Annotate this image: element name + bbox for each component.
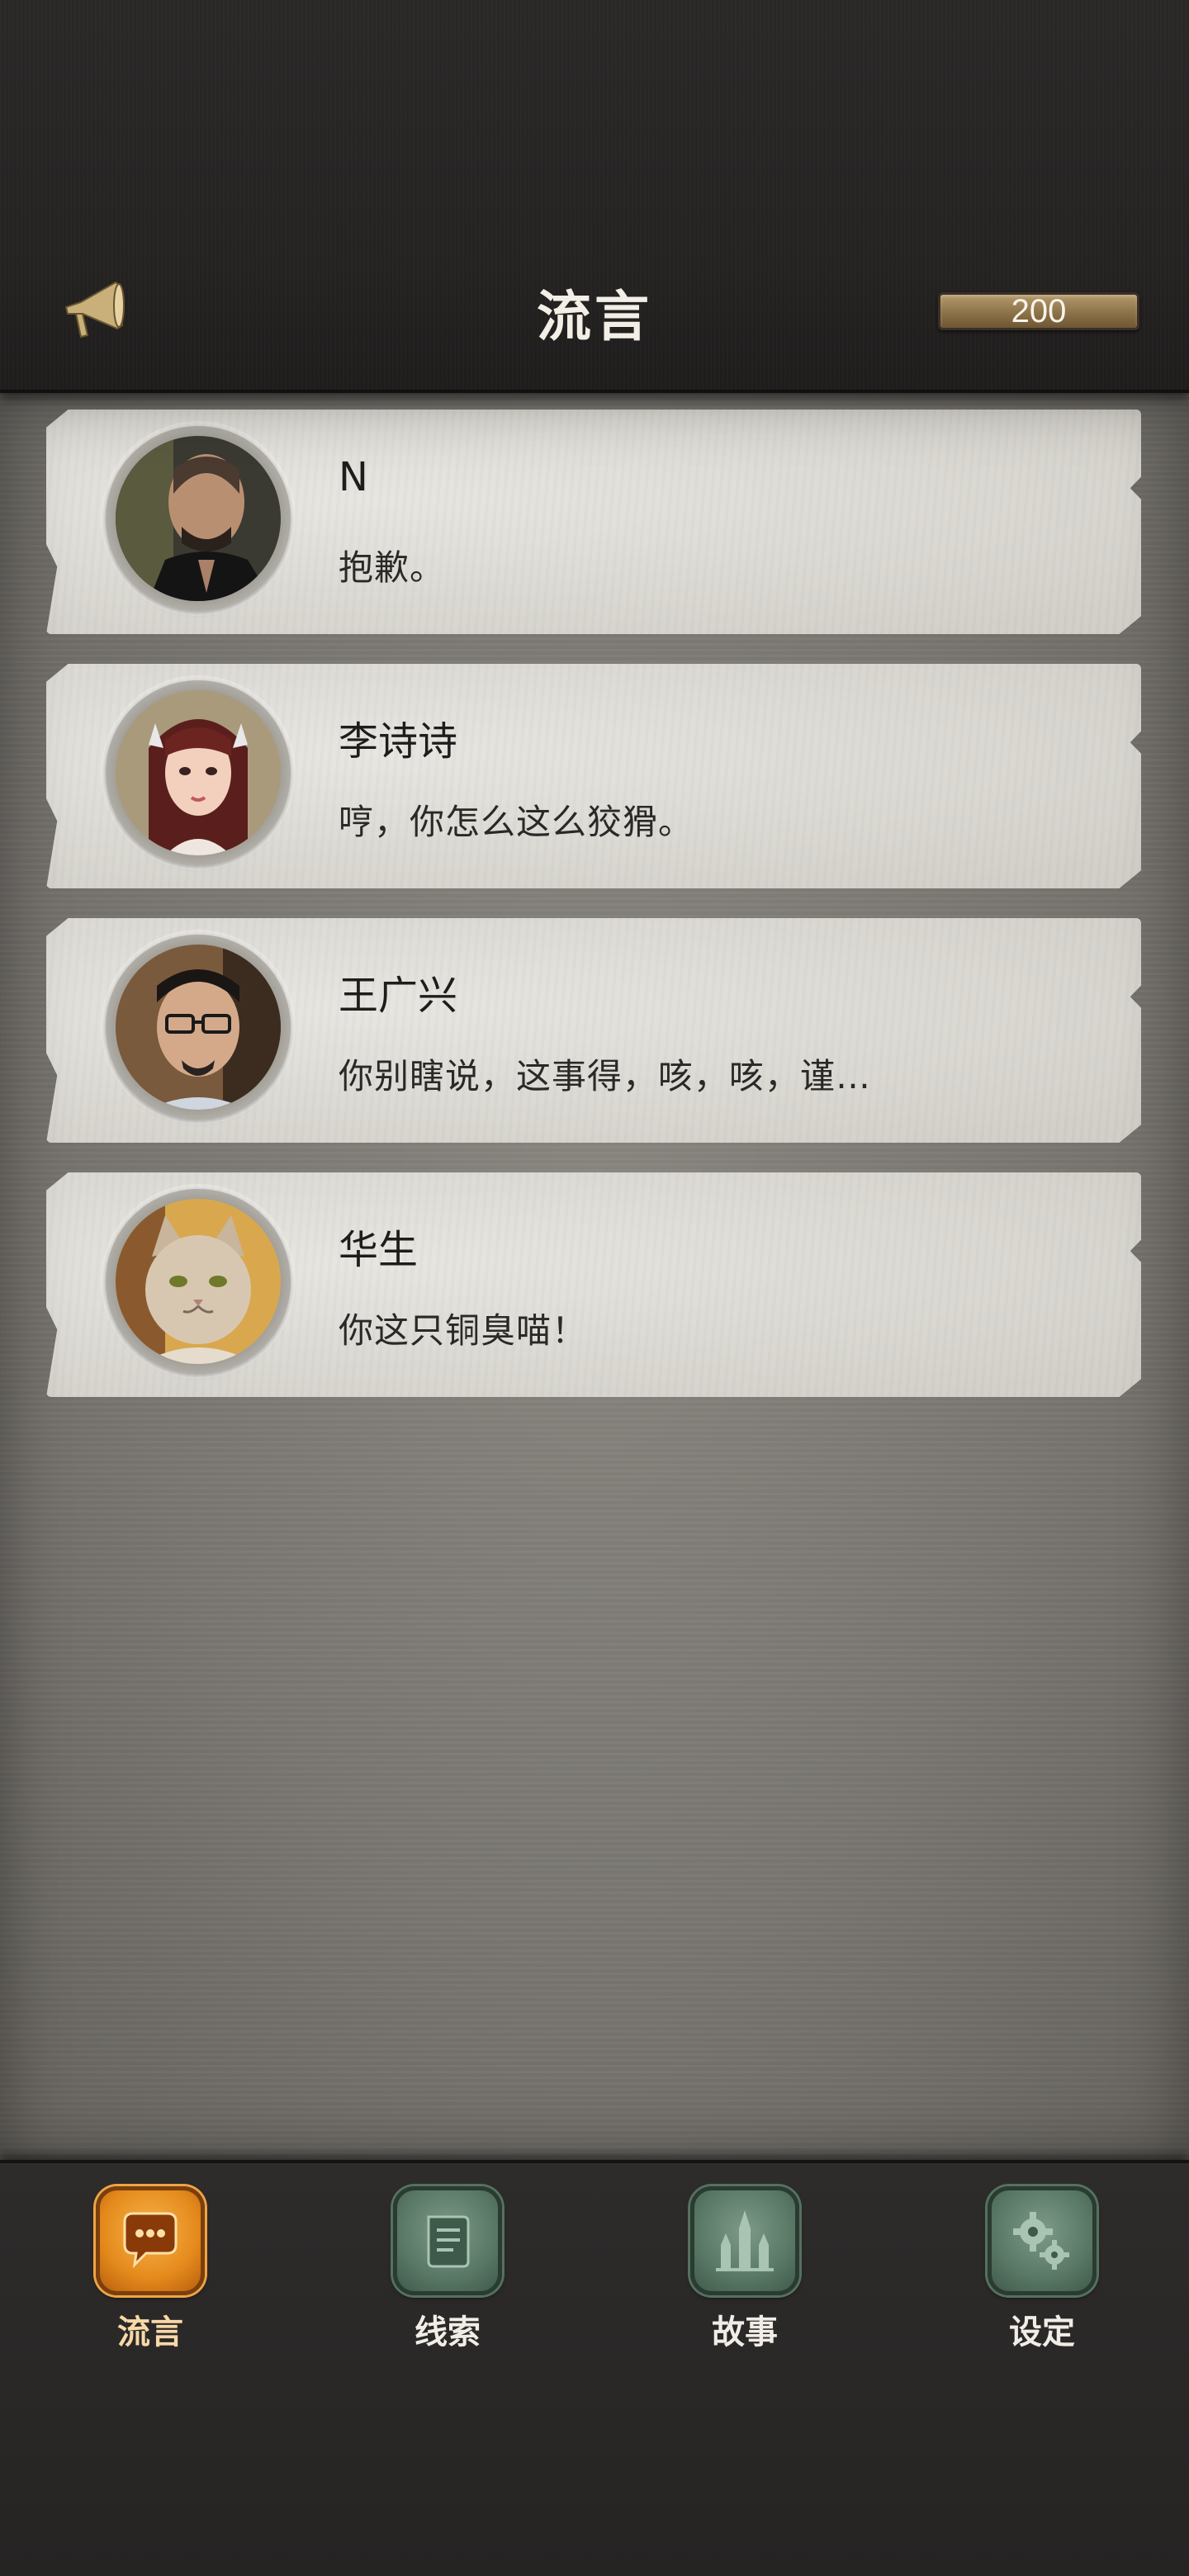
tab-clues[interactable]: 线索: [373, 2186, 522, 2351]
top-bar: 流言 200: [0, 0, 1189, 393]
tab-label: 故事: [712, 2313, 778, 2351]
message-area: N 抱歉。 李诗诗 哼，你怎么这么狡猾。 王广兴 你别瞎说，这事得，咳，咳，谨……: [0, 393, 1189, 2160]
avatar-frame: [106, 426, 291, 611]
contact-name: 华生: [339, 1227, 419, 1273]
message-preview: 哼，你怎么这么狡猾。: [339, 802, 694, 842]
contact-name: N: [339, 454, 368, 500]
message-item[interactable]: 王广兴 你别瞎说，这事得，咳，咳，谨…: [46, 918, 1141, 1143]
avatar-frame: [106, 680, 291, 865]
scroll-icon: [393, 2186, 502, 2295]
man-dark-avatar: [116, 436, 281, 601]
cat-avatar: [116, 1199, 281, 1364]
contact-name: 李诗诗: [339, 718, 458, 765]
cathedral-icon: [690, 2186, 799, 2295]
tab-story[interactable]: 故事: [670, 2186, 819, 2351]
bottom-nav: 流言 线索 故事 设定: [0, 2160, 1189, 2576]
girl-avatar: [116, 690, 281, 855]
tab-label: 设定: [1009, 2313, 1075, 2351]
tab-label: 流言: [117, 2313, 183, 2351]
tab-settings[interactable]: 设定: [968, 2186, 1116, 2351]
message-preview: 你这只铜臭喵！: [339, 1310, 588, 1351]
message-item[interactable]: 李诗诗 哼，你怎么这么狡猾。: [46, 664, 1141, 888]
avatar-frame: [106, 935, 291, 1120]
coin-value: 200: [1011, 293, 1067, 329]
chat-bubble-icon: [96, 2186, 205, 2295]
tab-label: 线索: [414, 2313, 481, 2351]
avatar-frame: [106, 1189, 291, 1374]
message-item[interactable]: N 抱歉。: [46, 410, 1141, 634]
contact-name: 王广兴: [339, 973, 458, 1019]
coin-counter: 200: [938, 292, 1139, 330]
message-preview: 你别瞎说，这事得，咳，咳，谨…: [339, 1056, 872, 1096]
message-item[interactable]: 华生 你这只铜臭喵！: [46, 1172, 1141, 1397]
message-preview: 抱歉。: [339, 547, 446, 588]
tab-rumors[interactable]: 流言: [76, 2186, 225, 2351]
glasses-man-avatar: [116, 945, 281, 1110]
gears-icon: [988, 2186, 1097, 2295]
